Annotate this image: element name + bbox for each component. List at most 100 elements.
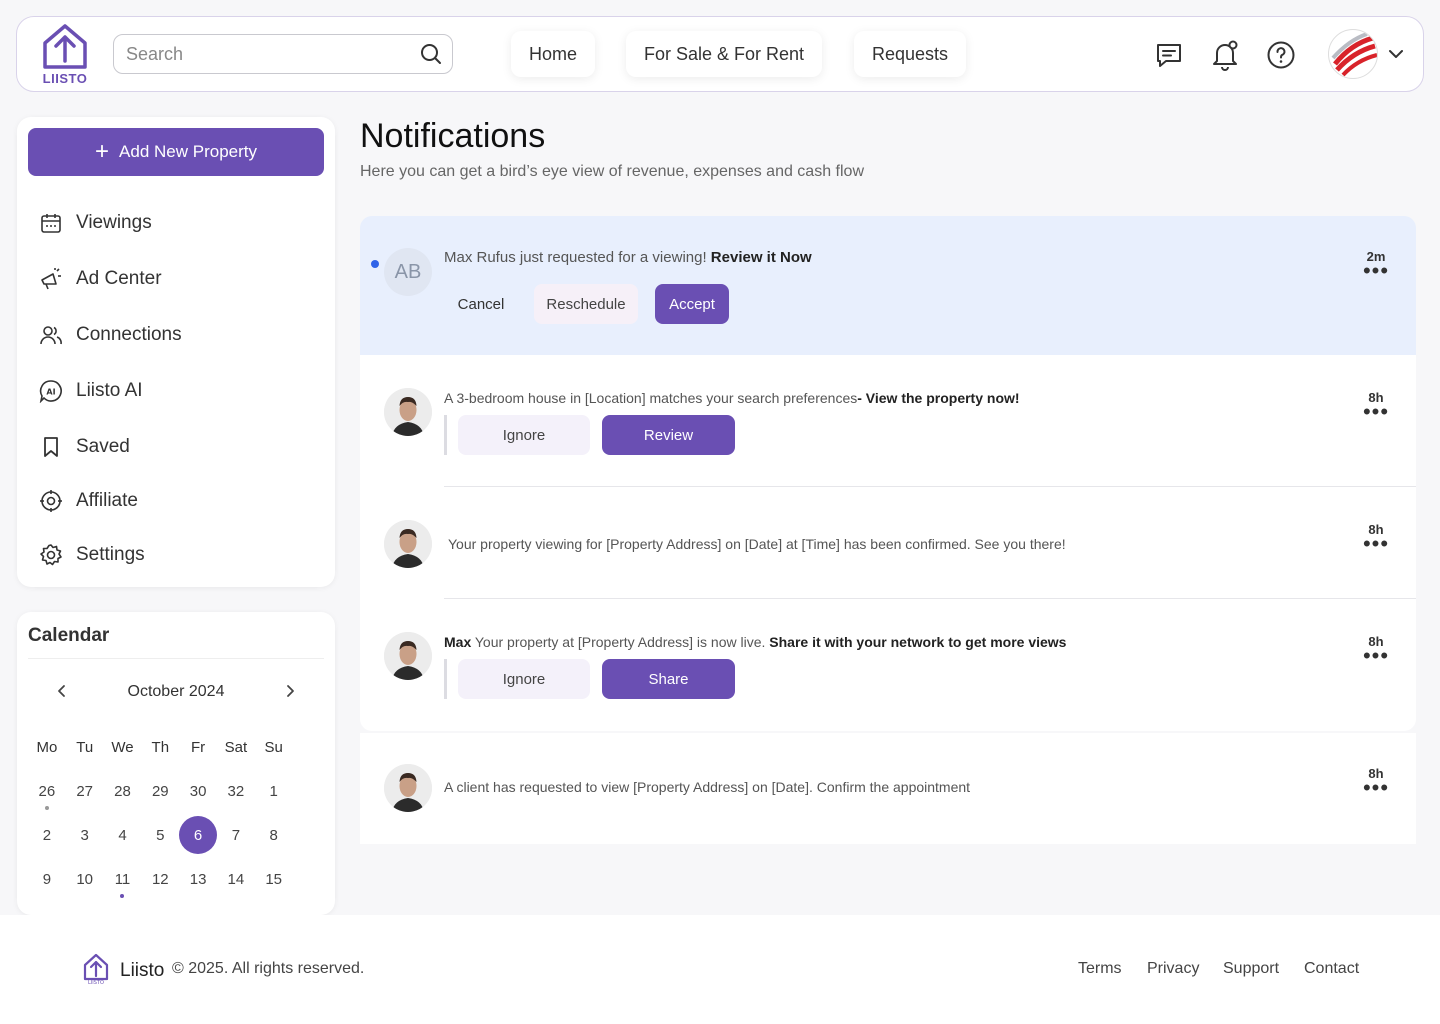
avatar xyxy=(384,388,432,436)
notification-item[interactable]: Your property viewing for [Property Addr… xyxy=(360,487,1416,599)
calendar-day[interactable]: 17 xyxy=(66,901,104,916)
review-it-now-link[interactable]: Review it Now xyxy=(711,249,812,266)
more-options-icon[interactable]: ••• xyxy=(1362,777,1390,799)
calendar-weekday: Fr xyxy=(191,738,206,756)
user-avatar[interactable] xyxy=(1328,29,1378,79)
notification-item[interactable]: AB Max Rufus just requested for a viewin… xyxy=(360,216,1416,355)
chevron-right-icon[interactable] xyxy=(282,683,298,699)
search-icon[interactable] xyxy=(420,43,442,65)
more-options-icon[interactable]: ••• xyxy=(1362,260,1390,282)
calendar-body: October 2024 Mo Tu We Th Fr Sat Su 26 27 28 29 30 32… xyxy=(28,658,324,915)
sidebar-item-liisto-ai[interactable]: AI Liisto AI xyxy=(39,375,143,407)
calendar-day[interactable]: 29 xyxy=(141,769,179,813)
calendar-day[interactable]: 8 xyxy=(255,813,293,857)
sidebar-item-affiliate[interactable]: Affiliate xyxy=(39,485,138,517)
notification-text: Your property viewing for [Property Addr… xyxy=(448,536,1066,552)
sidebar-item-settings[interactable]: Settings xyxy=(39,539,145,571)
help-icon[interactable] xyxy=(1265,39,1297,71)
calendar-day[interactable]: 1 xyxy=(255,769,293,813)
search-input[interactable] xyxy=(126,43,420,65)
sidebar-item-connections[interactable]: Connections xyxy=(39,319,182,351)
calendar-day-number: 10 xyxy=(76,870,94,888)
calendar-day-number: 32 xyxy=(227,782,245,800)
notification-sender: Max xyxy=(444,634,472,650)
calendar-day[interactable]: 18 xyxy=(104,901,142,916)
person-photo-icon xyxy=(384,388,432,436)
more-options-icon[interactable]: ••• xyxy=(1362,401,1390,423)
bell-icon[interactable] xyxy=(1209,39,1241,71)
share-button[interactable]: Share xyxy=(602,659,735,699)
calendar-day[interactable]: 9 xyxy=(28,857,66,901)
notification-text: A 3-bedroom house in [Location] matches … xyxy=(444,390,1020,406)
notification-item[interactable]: A client has requested to view [Property… xyxy=(360,733,1416,844)
calendar-day[interactable]: 6 xyxy=(179,813,217,857)
footer-link-support[interactable]: Support xyxy=(1223,960,1279,978)
calendar-icon xyxy=(41,214,61,233)
footer-link-privacy[interactable]: Privacy xyxy=(1147,960,1199,978)
calendar-day[interactable]: 28 xyxy=(104,769,142,813)
calendar-day[interactable]: 21 xyxy=(217,901,255,916)
calendar-day[interactable]: 5 xyxy=(141,813,179,857)
nav-home[interactable]: Home xyxy=(511,31,596,77)
sidebar-item-ad-center[interactable]: Ad Center xyxy=(39,263,162,295)
calendar-day[interactable]: 20 xyxy=(179,901,217,916)
sidebar-item-label: Settings xyxy=(76,544,145,565)
sidebar-item-label: Affiliate xyxy=(76,490,138,511)
calendar-grid: Mo Tu We Th Fr Sat Su 26 27 28 29 30 32 1 2 3 4 5 6 7 8 9 10 11… xyxy=(28,725,324,916)
sidebar-item-viewings[interactable]: Viewings xyxy=(39,207,152,239)
ignore-button[interactable]: Ignore xyxy=(458,415,590,455)
footer-link-contact[interactable]: Contact xyxy=(1304,960,1359,978)
calendar-weekday: Sat xyxy=(224,738,248,756)
reschedule-button[interactable]: Reschedule xyxy=(534,284,638,324)
review-button[interactable]: Review xyxy=(602,415,735,455)
calendar-day[interactable]: 15 xyxy=(255,857,293,901)
calendar-day-number: 11 xyxy=(114,870,131,888)
calendar-day[interactable]: 12 xyxy=(141,857,179,901)
users-icon xyxy=(40,326,62,345)
liisto-logo-icon[interactable]: LIISTO xyxy=(82,953,110,985)
more-options-icon[interactable]: ••• xyxy=(1362,533,1390,555)
ignore-button[interactable]: Ignore xyxy=(458,659,590,699)
calendar-day[interactable]: 32 xyxy=(217,769,255,813)
calendar-day[interactable]: 14 xyxy=(217,857,255,901)
calendar-day[interactable]: 19 xyxy=(141,901,179,916)
calendar-day[interactable]: 7 xyxy=(217,813,255,857)
calendar-day-number: 9 xyxy=(42,870,52,888)
calendar-day[interactable]: 27 xyxy=(66,769,104,813)
search-box[interactable] xyxy=(113,34,453,74)
nav-requests[interactable]: Requests xyxy=(854,31,967,77)
calendar-day[interactable]: 10 xyxy=(66,857,104,901)
sidebar-item-saved[interactable]: Saved xyxy=(39,431,130,463)
person-photo-icon xyxy=(384,520,432,568)
more-options-icon[interactable]: ••• xyxy=(1362,645,1390,667)
calendar-day[interactable]: 26 xyxy=(28,769,66,813)
chevron-down-icon[interactable] xyxy=(1387,45,1405,63)
calendar-week-row: 16171819202122 xyxy=(28,901,324,916)
nav-for-sale-for-rent[interactable]: For Sale & For Rent xyxy=(626,31,823,77)
share-network-link[interactable]: Share it with your network to get more v… xyxy=(769,634,1066,650)
accept-button[interactable]: Accept xyxy=(655,284,729,324)
svg-text:AI: AI xyxy=(46,388,55,397)
calendar-day-number: 8 xyxy=(269,826,278,844)
footer-link-terms[interactable]: Terms xyxy=(1078,960,1122,978)
calendar-day[interactable]: 13 xyxy=(179,857,217,901)
notification-item[interactable]: Max Your property at [Property Address] … xyxy=(360,599,1416,731)
calendar-day[interactable]: 22 xyxy=(255,901,293,916)
calendar-day[interactable]: 2 xyxy=(28,813,66,857)
calendar-day[interactable]: 4 xyxy=(104,813,142,857)
add-new-property-button[interactable]: + Add New Property xyxy=(28,128,324,176)
messages-icon[interactable] xyxy=(1153,39,1185,71)
sidebar-item-label: Ad Center xyxy=(76,268,162,289)
sidebar-item-label: Viewings xyxy=(76,212,152,233)
cancel-button[interactable]: Cancel xyxy=(444,284,518,324)
calendar-day[interactable]: 3 xyxy=(66,813,104,857)
house-logo-icon xyxy=(43,24,87,69)
footer-copyright: © 2025. All rights reserved. xyxy=(172,960,365,977)
calendar-day[interactable]: 16 xyxy=(28,901,66,916)
notification-item[interactable]: A 3-bedroom house in [Location] matches … xyxy=(360,355,1416,487)
view-property-link[interactable]: - View the property now! xyxy=(857,390,1019,406)
calendar-day[interactable]: 11 xyxy=(104,857,142,901)
calendar-day-number: 4 xyxy=(118,826,127,844)
calendar-day[interactable]: 30 xyxy=(179,769,217,813)
liisto-logo[interactable]: LIISTO xyxy=(39,23,91,87)
